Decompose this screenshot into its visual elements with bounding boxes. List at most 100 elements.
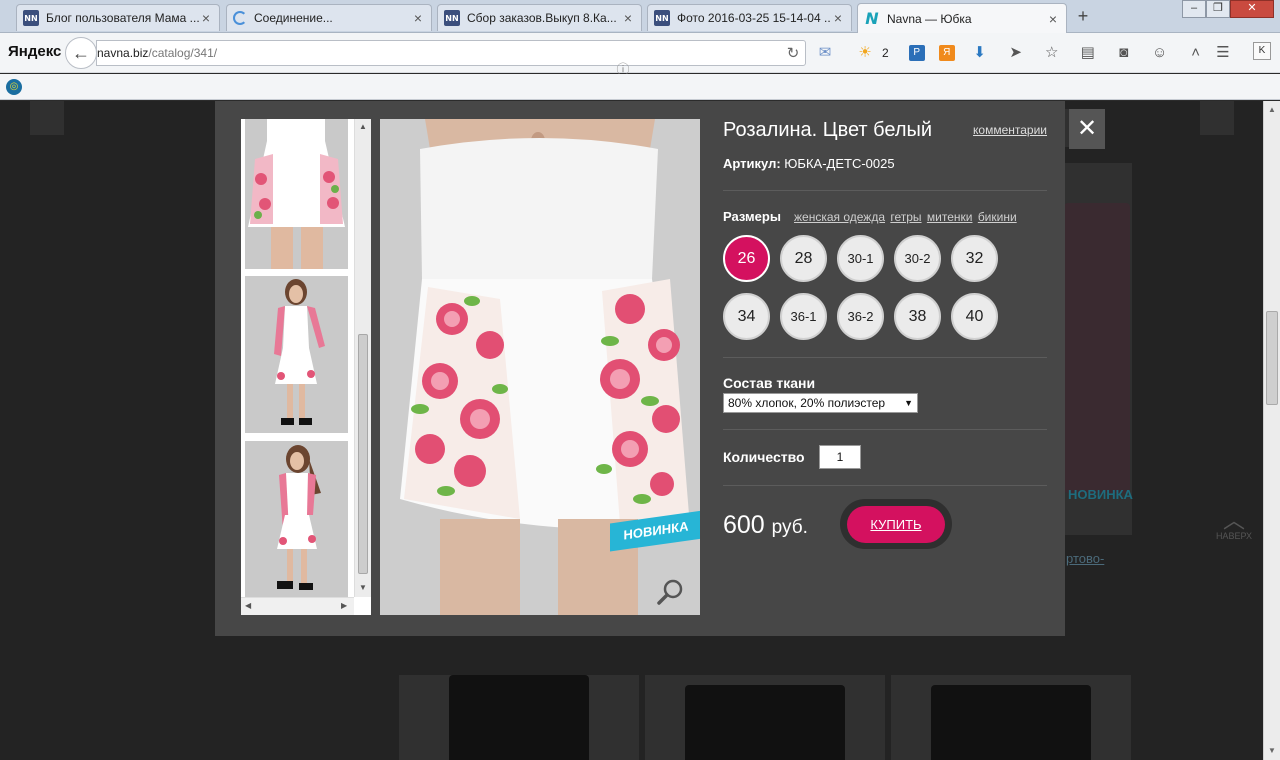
tab-orders[interactable]: NN Сбор заказов.Выкуп 8.Ка... × bbox=[437, 4, 642, 31]
comments-link[interactable]: комментарии bbox=[973, 123, 1047, 137]
browser-nav-bar: Яндекс ← ⓘ navna.biz/catalog/341/ ↻ ✉ ☀ … bbox=[0, 33, 1280, 77]
article-line: Артикул: ЮБКА-ДЕТС-0025 bbox=[723, 156, 895, 171]
tab-title: Соединение... bbox=[254, 11, 333, 25]
skirt-thumbnail-image bbox=[245, 119, 348, 269]
dropdown-caret-icon: ▼ bbox=[904, 398, 913, 408]
reading-list-icon[interactable]: ▤ bbox=[1077, 42, 1099, 64]
close-tab-icon[interactable]: × bbox=[621, 11, 635, 25]
quantity-input[interactable]: 1 bbox=[819, 445, 861, 469]
scroll-top-button[interactable]: ︿ НАВЕРХ bbox=[1212, 508, 1256, 542]
nn-favicon-icon: NN bbox=[654, 10, 670, 26]
size-option[interactable]: 26 bbox=[723, 235, 770, 282]
size-option[interactable]: 30-2 bbox=[894, 235, 941, 282]
menu-icon[interactable]: ☰ bbox=[1212, 42, 1234, 64]
fabric-select[interactable]: 80% хлопок, 20% полиэстер ▼ bbox=[723, 393, 918, 413]
chevron-up-icon: ︿ bbox=[1222, 508, 1245, 533]
divider bbox=[723, 485, 1047, 486]
buy-button[interactable]: КУПИТЬ bbox=[840, 499, 952, 549]
yandex-ext-icon[interactable]: Я bbox=[938, 45, 955, 61]
tab-navna[interactable]: N Navna — Юбка × bbox=[857, 3, 1067, 33]
window-close-icon[interactable]: ✕ bbox=[1230, 0, 1274, 18]
nn-favicon-icon: NN bbox=[23, 10, 39, 26]
minimize-icon[interactable]: – bbox=[1182, 0, 1206, 18]
tab-title: Navna — Юбка bbox=[887, 11, 972, 26]
price-value: 600 bbox=[723, 511, 765, 539]
article-label: Артикул: bbox=[723, 156, 781, 171]
close-tab-icon[interactable]: × bbox=[199, 11, 213, 25]
tab-connecting[interactable]: Соединение... × bbox=[226, 4, 432, 31]
back-button[interactable]: ← bbox=[65, 37, 97, 69]
size-link-bikini[interactable]: бикини bbox=[978, 210, 1017, 224]
reload-icon[interactable]: ↻ bbox=[781, 44, 805, 62]
thumbnail-vertical-scrollbar[interactable]: ▲ ▼ bbox=[354, 119, 371, 597]
size-option[interactable]: 28 bbox=[780, 235, 827, 282]
bg-product-card bbox=[1060, 163, 1132, 535]
size-option[interactable]: 36-2 bbox=[837, 293, 884, 340]
size-link-womens[interactable]: женская одежда bbox=[794, 210, 885, 224]
bg-header-block bbox=[30, 101, 64, 135]
close-tab-icon[interactable]: × bbox=[831, 11, 845, 25]
yandex-logo[interactable]: Яндекс bbox=[8, 43, 61, 60]
scroll-down-icon[interactable]: ▼ bbox=[359, 583, 367, 592]
thumbnail-3[interactable] bbox=[245, 441, 348, 598]
scroll-top-label: НАВЕРХ bbox=[1215, 531, 1253, 541]
sizes-label: Размеры bbox=[723, 209, 781, 224]
profile-button[interactable]: K bbox=[1253, 42, 1271, 60]
tab-photo[interactable]: NN Фото 2016-03-25 15-14-04 ... × bbox=[647, 4, 852, 31]
bg-product-link[interactable]: ртово- bbox=[1066, 551, 1104, 566]
size-option[interactable]: 30-1 bbox=[837, 235, 884, 282]
bg-product-card bbox=[399, 675, 639, 760]
size-option[interactable]: 36-1 bbox=[780, 293, 827, 340]
download-icon[interactable]: ⬇ bbox=[969, 42, 991, 64]
scroll-up-icon[interactable]: ▲ bbox=[359, 122, 367, 131]
page-scroll-thumb[interactable] bbox=[1266, 311, 1278, 405]
size-option[interactable]: 34 bbox=[723, 293, 770, 340]
product-title: Розалина. Цвет белый bbox=[723, 119, 933, 141]
page-scrollbar[interactable]: ▲ ▼ bbox=[1263, 101, 1280, 760]
article-value: ЮБКА-ДЕТС-0025 bbox=[784, 156, 895, 171]
zoom-magnifier-icon[interactable] bbox=[656, 577, 686, 607]
url-text[interactable]: navna.biz/catalog/341/ bbox=[97, 46, 781, 60]
window-controls: – ❐ ✕ bbox=[1182, 0, 1274, 18]
bg-product-image bbox=[931, 685, 1091, 760]
thumbnail-list: ▲ ▼ ◀ ▶ bbox=[241, 119, 371, 615]
weather-temp: 2 bbox=[882, 46, 889, 60]
thumbnail-1[interactable] bbox=[245, 119, 348, 269]
size-option[interactable]: 40 bbox=[951, 293, 998, 340]
mail-icon[interactable]: ✉ bbox=[814, 42, 836, 64]
scroll-right-icon[interactable]: ▶ bbox=[341, 601, 347, 610]
fabric-select-value: 80% хлопок, 20% полиэстер bbox=[728, 396, 886, 410]
close-tab-icon[interactable]: × bbox=[411, 11, 425, 25]
bg-product-card bbox=[891, 675, 1131, 760]
scroll-down-icon[interactable]: ▼ bbox=[1264, 746, 1280, 755]
size-link-mittens[interactable]: митенки bbox=[927, 210, 973, 224]
tab-title: Фото 2016-03-25 15-14-04 ... bbox=[677, 11, 831, 25]
thumbnail-scroll-thumb[interactable] bbox=[358, 334, 368, 574]
pocket-icon[interactable]: ◙ bbox=[1113, 42, 1135, 64]
restore-icon[interactable]: ❐ bbox=[1206, 0, 1230, 18]
main-product-photo[interactable]: НОВИНКА bbox=[380, 119, 700, 615]
scroll-up-icon[interactable]: ▲ bbox=[1264, 105, 1280, 114]
size-option[interactable]: 32 bbox=[951, 235, 998, 282]
scroll-left-icon[interactable]: ◀ bbox=[245, 601, 251, 610]
address-bar[interactable]: ⓘ navna.biz/catalog/341/ ↻ bbox=[96, 40, 806, 77]
size-link-leggings[interactable]: гетры bbox=[890, 210, 921, 224]
close-tab-icon[interactable]: × bbox=[1046, 12, 1060, 26]
bookmark-star-icon[interactable]: ☆ bbox=[1041, 42, 1063, 64]
tab-blog[interactable]: NN Блог пользователя Мама ... × bbox=[16, 4, 220, 31]
thumbnail-2[interactable] bbox=[245, 276, 348, 433]
size-option[interactable]: 38 bbox=[894, 293, 941, 340]
yandex-disk-icon[interactable]: P bbox=[908, 45, 925, 61]
bg-product-image bbox=[685, 685, 845, 760]
fabric-label: Состав ткани bbox=[723, 375, 816, 391]
thumbnail-horizontal-scrollbar[interactable]: ◀ ▶ bbox=[241, 597, 354, 615]
smiley-icon[interactable]: ☺ bbox=[1149, 42, 1171, 64]
chevron-up-icon[interactable]: ˄ bbox=[1185, 42, 1207, 64]
new-tab-button[interactable]: + bbox=[1072, 6, 1094, 26]
send-icon[interactable]: ➤ bbox=[1005, 42, 1027, 64]
close-modal-button[interactable]: ✕ bbox=[1069, 109, 1105, 149]
bookmark-icon[interactable]: ◎ bbox=[6, 79, 22, 95]
bg-header-block bbox=[1200, 101, 1234, 135]
weather-icon[interactable]: ☀ bbox=[850, 42, 880, 64]
buy-button-label: КУПИТЬ bbox=[847, 505, 945, 543]
